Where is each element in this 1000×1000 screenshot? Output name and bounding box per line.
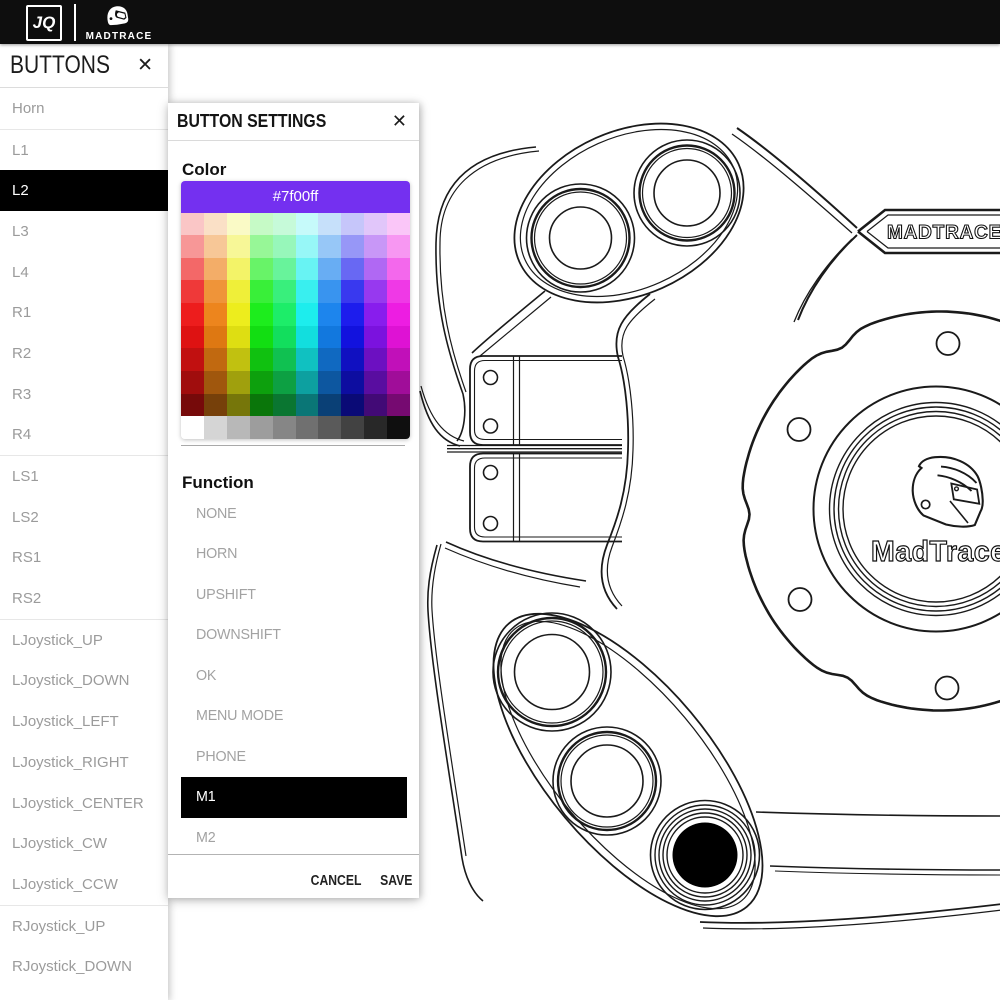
svg-text:MADTRACE: MADTRACE xyxy=(887,223,1000,244)
svg-text:MadTrace: MadTrace xyxy=(871,536,1000,568)
